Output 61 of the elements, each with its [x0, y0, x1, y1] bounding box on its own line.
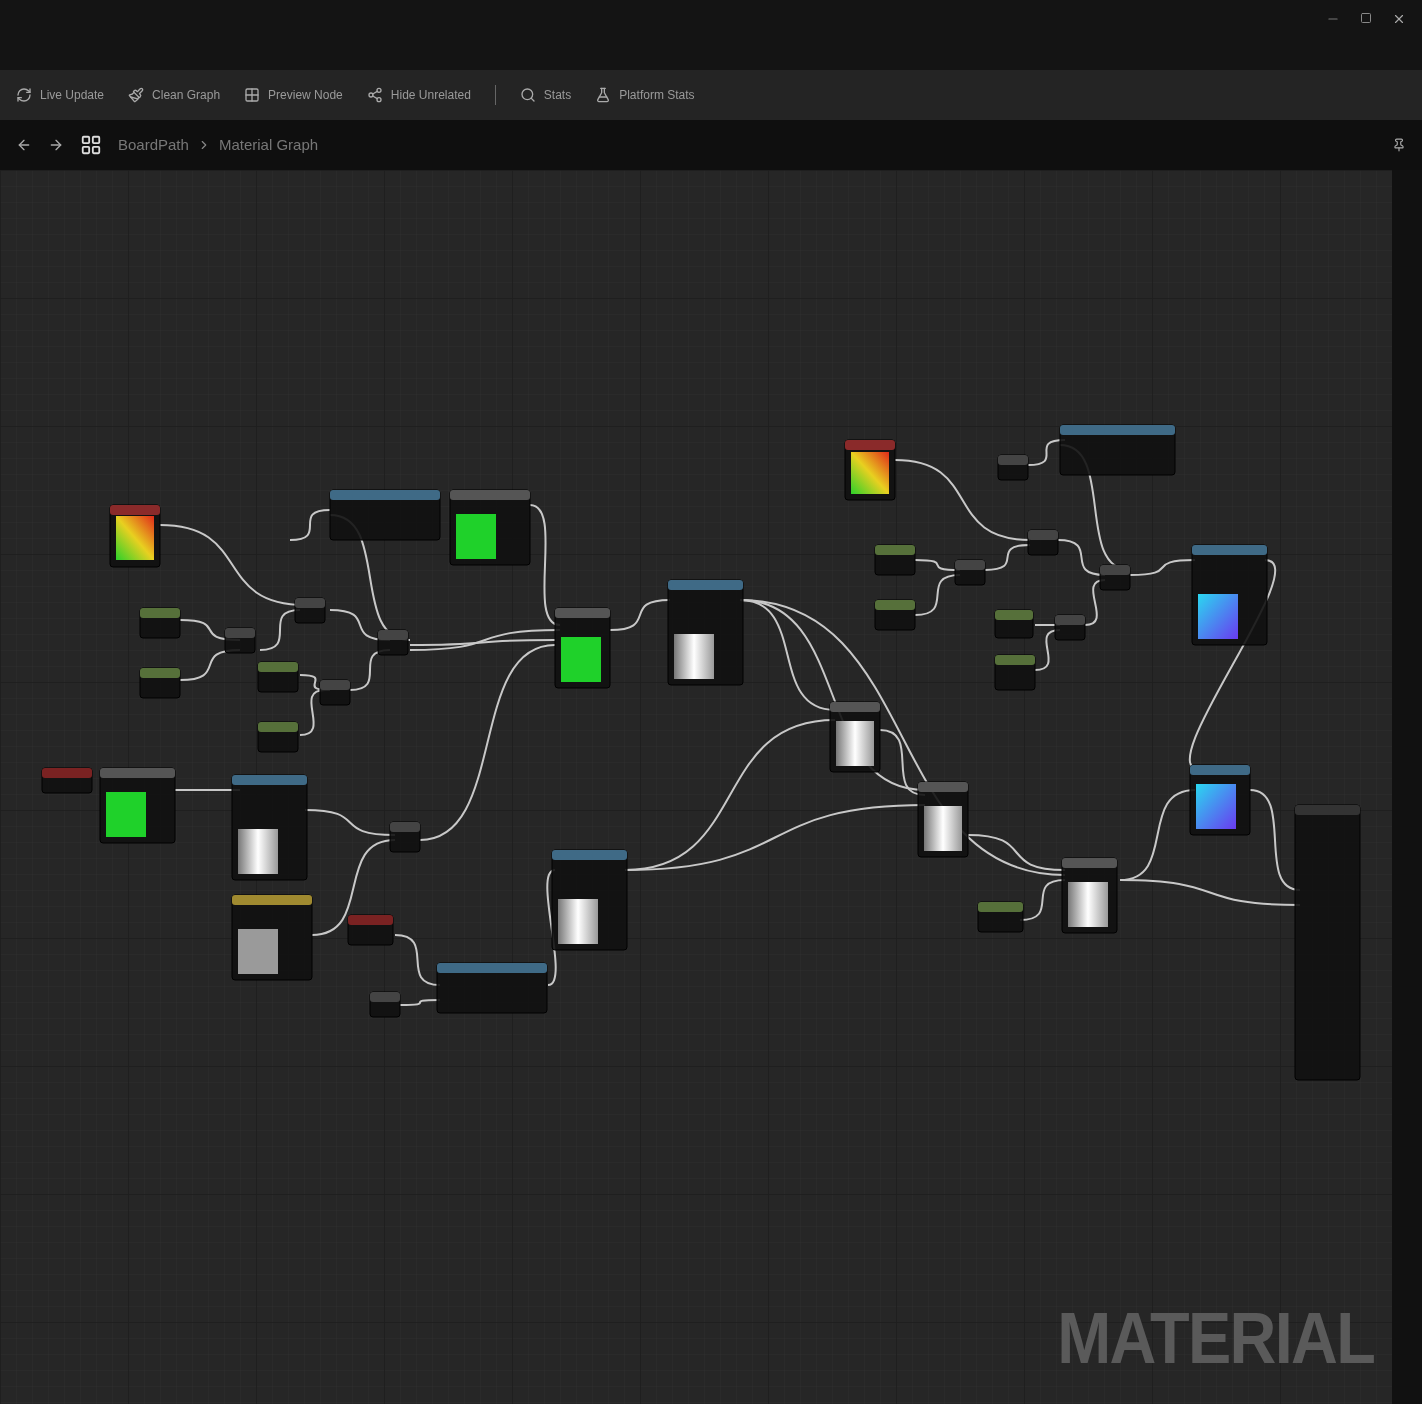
graph-node[interactable] [874, 599, 916, 631]
graph-node[interactable] [994, 654, 1036, 691]
graph-node[interactable] [844, 439, 896, 501]
toolbar-button[interactable]: Stats [519, 86, 572, 104]
graph-node[interactable] [829, 701, 881, 773]
back-icon[interactable] [16, 137, 32, 153]
graph-node[interactable] [436, 962, 548, 1014]
close-icon[interactable] [1392, 12, 1406, 26]
graph-node[interactable] [1027, 529, 1059, 556]
toolbar-button[interactable]: Hide Unrelated [366, 86, 471, 104]
graph-node[interactable] [109, 504, 161, 568]
pin-icon[interactable] [1392, 138, 1406, 152]
graph-node[interactable] [231, 774, 308, 881]
graph-node[interactable] [1189, 764, 1251, 836]
graph-node[interactable] [231, 894, 313, 981]
graph-node[interactable] [994, 609, 1034, 639]
toolbar-icon [519, 87, 536, 103]
toolbar-icon [595, 87, 612, 103]
graph-node[interactable] [224, 627, 256, 654]
graph-node[interactable] [1099, 564, 1131, 591]
graph-node[interactable] [449, 489, 531, 566]
graph-node[interactable] [554, 607, 611, 689]
graph-node[interactable] [377, 629, 409, 656]
toolbar-icon [128, 87, 145, 103]
graph-node[interactable] [1059, 424, 1176, 476]
toolbar-icon [16, 87, 32, 103]
toolbar-button[interactable]: Live Update [16, 86, 105, 104]
graph-node[interactable] [874, 544, 916, 576]
graph-node[interactable] [329, 489, 441, 541]
graph-node[interactable] [997, 454, 1029, 481]
graph-node[interactable] [41, 767, 93, 794]
graph-node[interactable] [551, 849, 628, 951]
graph-node[interactable] [1061, 857, 1118, 934]
graph-node[interactable] [1294, 804, 1361, 1081]
graph-icon [80, 134, 102, 156]
graph-node[interactable] [319, 679, 351, 706]
graph-watermark: MATERIAL [1057, 1302, 1374, 1374]
toolbar-icon [366, 87, 383, 103]
graph-node[interactable] [294, 597, 326, 624]
forward-icon[interactable] [48, 137, 64, 153]
graph-node[interactable] [977, 901, 1024, 933]
graph-node[interactable] [667, 579, 744, 686]
toolbar-button[interactable]: Platform Stats [595, 86, 695, 104]
graph-node[interactable] [347, 914, 394, 946]
graph-node[interactable] [1054, 614, 1086, 641]
breadcrumb-item[interactable]: BoardPath [118, 133, 189, 157]
graph-node[interactable] [1191, 544, 1268, 646]
toolbar-button[interactable]: Preview Node [244, 86, 343, 104]
graph-node[interactable] [139, 667, 181, 699]
graph-node[interactable] [257, 661, 299, 693]
graph-node[interactable] [139, 607, 181, 639]
graph-node[interactable] [257, 721, 299, 753]
graph-node[interactable] [99, 767, 176, 844]
maximize-icon[interactable] [1360, 12, 1372, 24]
graph-node[interactable] [369, 991, 401, 1018]
graph-node[interactable] [389, 821, 421, 853]
toolbar-button[interactable]: Clean Graph [128, 86, 221, 104]
toolbar-icon [244, 87, 261, 103]
graph-node[interactable] [954, 559, 986, 586]
breadcrumb-item[interactable]: Material Graph [218, 133, 319, 157]
graph-node[interactable] [917, 781, 969, 858]
